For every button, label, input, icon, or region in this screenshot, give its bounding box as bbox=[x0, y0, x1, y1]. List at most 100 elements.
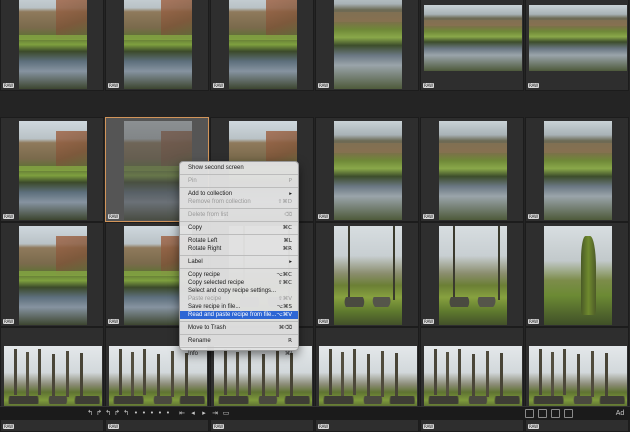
thumbnail-cell[interactable]: RAW bbox=[525, 222, 629, 327]
single-view-icon[interactable] bbox=[564, 409, 573, 418]
menu-item-label: Paste recipe bbox=[188, 296, 222, 302]
photo-thumbnail bbox=[544, 121, 612, 220]
menu-item[interactable]: Select and copy recipe settings... bbox=[180, 287, 298, 295]
rating-dot[interactable]: • bbox=[149, 409, 155, 418]
menu-item-shortcut: ⌘L bbox=[283, 238, 292, 244]
menu-item-label: Read and paste recipe from file... bbox=[188, 312, 277, 318]
thumbnail-cell[interactable]: RAW bbox=[420, 0, 524, 91]
menu-item-label: Label bbox=[188, 259, 203, 265]
raw-badge: RAW bbox=[318, 214, 330, 219]
menu-item[interactable]: Save recipe in file... ⌥⌘S bbox=[180, 303, 298, 311]
thumbnail-cell[interactable]: RAW bbox=[0, 117, 104, 222]
filmstrip-view-icon[interactable] bbox=[551, 409, 560, 418]
menu-item[interactable]: Move to Trash ⌘⌫ bbox=[180, 324, 298, 332]
photo-thumbnail bbox=[319, 346, 417, 412]
first-image-icon[interactable]: ⇤ bbox=[178, 409, 186, 418]
raw-badge: RAW bbox=[3, 83, 15, 88]
rotate-icon[interactable]: ↰ bbox=[122, 409, 130, 418]
menu-item-shortcut: R bbox=[288, 338, 292, 344]
rotate-right-icon[interactable]: ↱ bbox=[113, 409, 121, 418]
raw-badge: RAW bbox=[318, 319, 330, 324]
menu-separator bbox=[180, 187, 298, 188]
raw-badge: RAW bbox=[108, 319, 120, 324]
rotate-left-icon[interactable]: ↰ bbox=[104, 409, 112, 418]
photo-thumbnail bbox=[4, 346, 102, 412]
menu-item[interactable]: Add to collection ▸ bbox=[180, 190, 298, 198]
raw-badge: RAW bbox=[3, 424, 15, 429]
menu-item[interactable]: Rotate Right ⌘R bbox=[180, 245, 298, 253]
menu-item-label: Delete from list bbox=[188, 212, 229, 218]
menu-item-label: Move to Trash bbox=[188, 325, 227, 331]
menu-item: Delete from list ⌫ bbox=[180, 211, 298, 219]
thumbnail-cell[interactable]: RAW bbox=[420, 222, 524, 327]
raw-badge: RAW bbox=[108, 424, 120, 429]
thumbnail-cell[interactable]: RAW bbox=[0, 0, 104, 91]
menu-item-label: Copy recipe bbox=[188, 272, 221, 278]
photo-thumbnail bbox=[424, 5, 522, 71]
raw-badge: RAW bbox=[213, 83, 225, 88]
thumbnail-cell[interactable]: RAW bbox=[0, 222, 104, 327]
thumbnail-cell[interactable]: RAW bbox=[315, 0, 419, 91]
menu-item-label: Save recipe in file... bbox=[188, 304, 241, 310]
photo-thumbnail bbox=[124, 0, 192, 89]
menu-item[interactable]: Copy ⌘C bbox=[180, 224, 298, 232]
menu-item[interactable]: Copy selected recipe ⇧⌘C bbox=[180, 279, 298, 287]
menu-item-shortcut: ⌘⌫ bbox=[278, 325, 292, 331]
rotate-left-icon[interactable]: ↰ bbox=[86, 409, 94, 418]
menu-item[interactable]: Rotate Left ⌘L bbox=[180, 237, 298, 245]
rating-dot[interactable]: • bbox=[165, 409, 171, 418]
menu-item-label: Copy bbox=[188, 225, 203, 231]
menu-item-label: Rotate Left bbox=[188, 238, 218, 244]
menu-item[interactable]: Info ⌘I bbox=[180, 350, 298, 358]
menu-item[interactable]: Rename R bbox=[180, 337, 298, 345]
thumbnail-cell[interactable]: RAW bbox=[525, 0, 629, 91]
menu-item: Remove from collection ⇧⌘D bbox=[180, 198, 298, 206]
menu-item[interactable]: Read and paste recipe from file... ⌥⌘V bbox=[180, 311, 298, 319]
menu-separator bbox=[180, 234, 298, 235]
photo-thumbnail bbox=[229, 0, 297, 89]
menu-item-shortcut: ▸ bbox=[289, 259, 292, 265]
thumbnail-cell[interactable]: RAW bbox=[525, 117, 629, 222]
menu-item-shortcut: ⇧⌘C bbox=[278, 280, 292, 286]
view-icon[interactable]: ▭ bbox=[222, 409, 230, 418]
menu-item[interactable]: Show second screen bbox=[180, 164, 298, 172]
menu-separator bbox=[180, 334, 298, 335]
thumbnail-cell[interactable]: RAW bbox=[420, 117, 524, 222]
rating-dot[interactable]: • bbox=[157, 409, 163, 418]
raw-badge: RAW bbox=[423, 214, 435, 219]
next-image-icon[interactable]: ▸ bbox=[200, 409, 208, 418]
menu-item[interactable]: Label ▸ bbox=[180, 258, 298, 266]
thumbnail-cell[interactable]: RAW bbox=[315, 117, 419, 222]
photo-thumbnail bbox=[19, 226, 87, 325]
rating-dot[interactable]: • bbox=[133, 409, 139, 418]
menu-item-shortcut: ⌘R bbox=[282, 246, 292, 252]
menu-item-shortcut: ⌘I bbox=[284, 351, 292, 357]
raw-badge: RAW bbox=[3, 319, 15, 324]
previous-image-icon[interactable]: ◂ bbox=[189, 409, 197, 418]
thumbnail-grid: RAW RAW RAW RAW RAW RAW RAW RAW RAW RAW RAW RAW RAW R… bbox=[0, 0, 630, 432]
menu-item-shortcut: ▸ bbox=[289, 191, 292, 197]
bottom-toolbar: ↰ ↱ ↰ ↱ ↰ • • • • • ⇤ ◂ ▸ ⇥ ▭ Ad bbox=[0, 406, 630, 420]
thumbnail-cell[interactable]: RAW bbox=[315, 222, 419, 327]
raw-badge: RAW bbox=[528, 83, 540, 88]
menu-item-label: Rotate Right bbox=[188, 246, 222, 252]
raw-badge: RAW bbox=[423, 83, 435, 88]
menu-item[interactable]: Copy recipe ⌥⌘C bbox=[180, 271, 298, 279]
grid-view-icon[interactable] bbox=[525, 409, 534, 418]
photo-thumbnail bbox=[334, 226, 402, 325]
raw-badge: RAW bbox=[108, 214, 120, 219]
panel-toggle-label[interactable]: Ad bbox=[612, 409, 628, 418]
photo-thumbnail bbox=[439, 226, 507, 325]
last-image-icon[interactable]: ⇥ bbox=[211, 409, 219, 418]
thumbnail-cell[interactable]: RAW bbox=[210, 0, 314, 91]
menu-separator bbox=[180, 268, 298, 269]
rotate-right-icon[interactable]: ↱ bbox=[95, 409, 103, 418]
thumbnail-cell[interactable]: RAW bbox=[105, 0, 209, 91]
photo-thumbnail bbox=[19, 0, 87, 89]
menu-item-label: Pin bbox=[188, 178, 197, 184]
rating-dot[interactable]: • bbox=[141, 409, 147, 418]
raw-badge: RAW bbox=[528, 214, 540, 219]
compare-view-icon[interactable] bbox=[538, 409, 547, 418]
raw-badge: RAW bbox=[423, 319, 435, 324]
menu-item-label: Add to collection bbox=[188, 191, 233, 197]
